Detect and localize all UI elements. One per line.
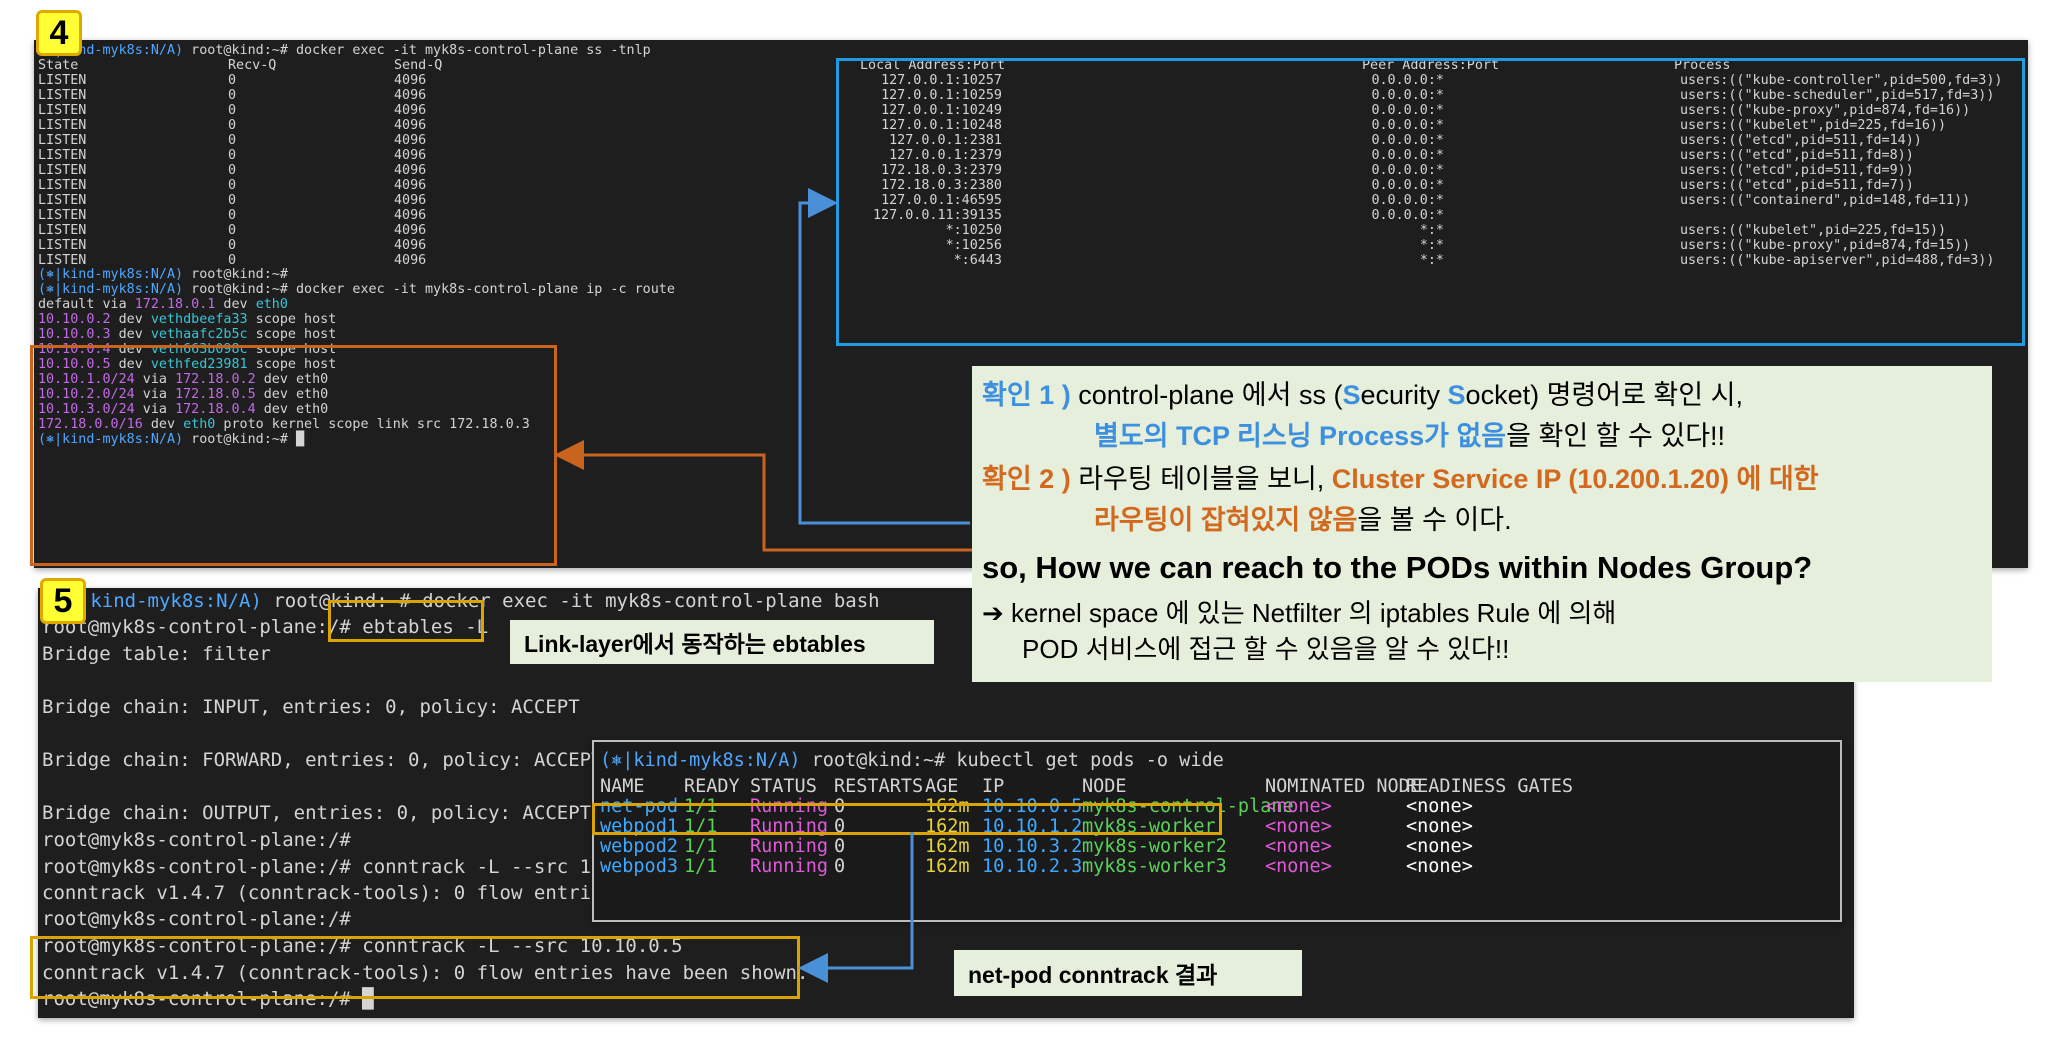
step-badge-5: 5	[40, 578, 86, 624]
answer-line1: ➔ kernel space 에 있는 Netfilter 의 iptables…	[982, 600, 1616, 626]
conntrack-callout: net-pod conntrack 결과	[954, 950, 1302, 996]
check-1-line1: 확인 1 ) control-plane 에서 ss (Security Soc…	[982, 382, 1743, 409]
text: control-plane 에서 ss (	[1070, 380, 1343, 410]
orange-arrow	[554, 440, 972, 552]
highlight-text: Cluster Service IP (10.200.1.20) 에 대한	[1331, 464, 1819, 494]
ebtables-callout: Link-layer에서 동작하는 ebtables	[510, 620, 934, 664]
text: 라우팅 테이블을 보니,	[1070, 464, 1332, 494]
step-badge-4: 4	[36, 10, 82, 56]
question: so, How we can reach to the PODs within …	[982, 550, 1813, 585]
explanation-note: 확인 1 ) control-plane 에서 ss (Security Soc…	[972, 366, 1992, 682]
text: kernel space 에 있는 Netfilter 의 iptables R…	[1003, 598, 1617, 628]
check-1-line2: 별도의 TCP 리스닝 Process가 없음을 확인 할 수 있다!!	[1094, 423, 1725, 450]
check-2-line1: 확인 2 ) 라우팅 테이블을 보니, Cluster Service IP (…	[982, 466, 1819, 493]
arrow-icon: ➔	[982, 598, 1004, 628]
check-2-line2: 라우팅이 잡혀있지 않음을 볼 수 이다.	[1094, 507, 1512, 534]
check-2-tag: 확인 2 )	[982, 464, 1071, 494]
blue-arrow	[798, 188, 970, 525]
text: 을 확인 할 수 있다!!	[1506, 421, 1726, 451]
highlight-text: 라우팅이 잡혀있지 않음	[1094, 505, 1358, 535]
check-1-tag: 확인 1 )	[982, 380, 1071, 410]
text: ecurity	[1360, 380, 1448, 410]
text: S	[1342, 380, 1361, 410]
conntrack-arrow	[798, 832, 914, 983]
text: ocket) 명령어로 확인 시,	[1465, 380, 1743, 410]
answer-line2: POD 서비스에 접근 할 수 있음을 알 수 있다!!	[1022, 634, 1510, 664]
highlight-text: 별도의 TCP 리스닝 Process가 없음	[1094, 421, 1507, 451]
text: S	[1447, 380, 1466, 410]
text: 을 볼 수 이다.	[1357, 505, 1512, 535]
